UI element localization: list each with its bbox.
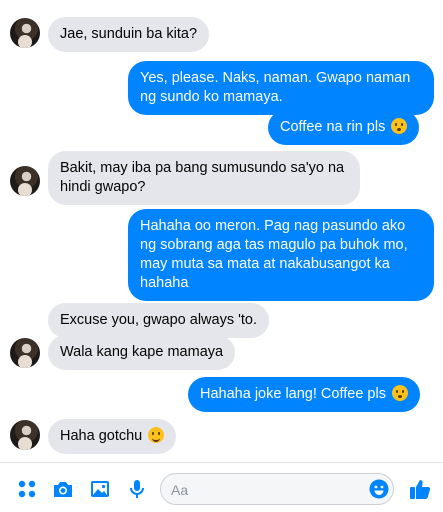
message-bubble-incoming[interactable]: Wala kang kape mamaya: [48, 335, 236, 370]
message-bubble-outgoing[interactable]: Coffee na rin pls: [268, 110, 420, 145]
message-bubble-outgoing[interactable]: Hahaha joke lang! Coffee pls: [188, 377, 420, 412]
emoji-icon[interactable]: [368, 478, 390, 500]
message-bubble-outgoing[interactable]: Hahaha oo meron. Pag nag pasundo ako ng …: [128, 209, 434, 301]
kissing-face-icon: [391, 118, 408, 134]
message-text: Bakit, may iba pa bang sumusundo sa'yo n…: [60, 160, 345, 195]
kissing-face-icon: [391, 385, 408, 401]
gallery-icon[interactable]: [89, 478, 111, 500]
message-text: Hahaha joke lang! Coffee pls: [200, 386, 386, 402]
message-bubble-incoming[interactable]: Bakit, may iba pa bang sumusundo sa'yo n…: [48, 151, 360, 205]
message-text: Jae, sunduin ba kita?: [60, 26, 198, 42]
message-composer: [0, 462, 443, 512]
message-input[interactable]: [171, 480, 351, 500]
more-icon[interactable]: [16, 478, 38, 500]
message-bubble-incoming[interactable]: Jae, sunduin ba kita?: [48, 17, 210, 52]
message-text: Coffee na rin pls: [280, 119, 386, 135]
message-text: Haha gotchu: [60, 428, 143, 444]
camera-icon[interactable]: [52, 478, 74, 500]
message-text: Yes, please. Naks, naman. Gwapo naman ng…: [140, 70, 411, 105]
message-bubble-incoming[interactable]: Haha gotchu: [48, 419, 177, 454]
like-icon[interactable]: [408, 477, 432, 501]
winking-face-icon: [148, 427, 165, 443]
message-bubble-incoming[interactable]: Excuse you, gwapo always 'to.: [48, 303, 270, 338]
message-text: Hahaha oo meron. Pag nag pasundo ako ng …: [140, 218, 408, 291]
avatar[interactable]: [10, 420, 40, 450]
avatar[interactable]: [10, 338, 40, 368]
avatar[interactable]: [10, 18, 40, 48]
avatar[interactable]: [10, 166, 40, 196]
message-text: Excuse you, gwapo always 'to.: [60, 312, 258, 328]
message-input-box[interactable]: [160, 473, 394, 505]
message-text: Wala kang kape mamaya: [60, 344, 224, 360]
microphone-icon[interactable]: [126, 478, 148, 500]
message-bubble-outgoing[interactable]: Yes, please. Naks, naman. Gwapo naman ng…: [128, 61, 434, 115]
